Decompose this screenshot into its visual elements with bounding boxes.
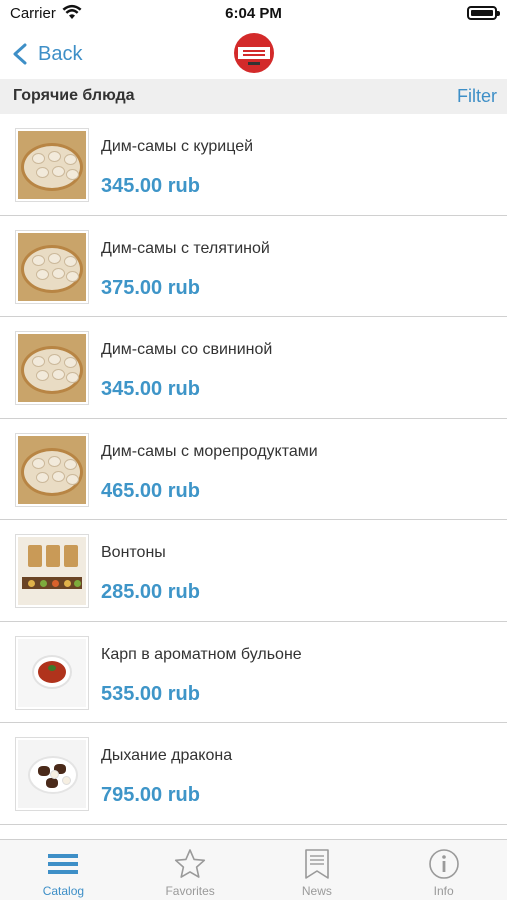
back-label: Back	[38, 42, 83, 65]
dish-name: Дим-самы с морепродуктами	[101, 442, 318, 460]
restaurant-logo-icon	[234, 33, 274, 73]
list-item[interactable]	[0, 824, 507, 839]
dish-price: 375.00 rub	[101, 276, 200, 299]
dish-thumbnail	[15, 635, 89, 710]
dish-thumbnail	[15, 128, 89, 202]
dish-price: 535.00 rub	[101, 682, 200, 705]
dish-thumbnail	[15, 331, 89, 405]
battery-icon	[467, 6, 500, 20]
filter-button[interactable]: Filter	[457, 86, 497, 107]
info-icon	[428, 849, 459, 879]
dish-thumbnail	[15, 737, 89, 811]
star-icon	[175, 849, 206, 878]
chevron-left-icon	[13, 43, 27, 65]
list-item[interactable]: Дим-самы со свининой 345.00 rub	[0, 317, 507, 419]
dish-price: 465.00 rub	[101, 479, 200, 502]
dish-name: Вонтоны	[101, 544, 166, 561]
tab-label: Favorites	[165, 884, 215, 898]
tab-news[interactable]: News	[254, 840, 381, 900]
clock: 6:04 PM	[225, 5, 282, 22]
dish-price: 345.00 rub	[101, 175, 200, 197]
list-item[interactable]: Дим-самы с курицей 345.00 rub	[0, 114, 507, 216]
dish-price: 795.00 rub	[101, 784, 200, 806]
list-item[interactable]: Дим-самы с морепродуктами 465.00 rub	[0, 418, 507, 520]
dish-thumbnail	[15, 432, 89, 507]
dish-name: Дим-самы со свининой	[101, 341, 273, 358]
dish-price: 345.00 rub	[101, 378, 200, 400]
list-item[interactable]: Вонтоны 285.00 rub	[0, 520, 507, 622]
dish-name: Дыхание дракона	[101, 747, 233, 764]
list-item[interactable]: Карп в ароматном бульоне 535.00 rub	[0, 621, 507, 723]
section-title: Горячие блюда	[13, 87, 135, 104]
tab-favorites[interactable]: Favorites	[127, 840, 254, 900]
tab-label: Catalog	[42, 884, 85, 898]
tab-info[interactable]: Info	[380, 840, 507, 900]
list-item[interactable]: Дыхание дракона 795.00 rub	[0, 723, 507, 825]
menu-list[interactable]: Дим-самы с курицей 345.00 rub Дим-самы с…	[0, 114, 507, 839]
section-header: Горячие блюда Filter	[0, 79, 507, 114]
status-bar: Carrier 6:04 PM	[0, 0, 507, 30]
dish-name: Дим-самы с телятиной	[101, 239, 270, 257]
dish-name: Карп в ароматном бульоне	[101, 645, 302, 663]
dish-thumbnail	[15, 534, 89, 608]
dish-name: Дим-самы с курицей	[101, 138, 254, 155]
dish-thumbnail	[15, 229, 89, 304]
navigation-bar: Back	[0, 30, 507, 78]
tab-label: Info	[433, 884, 454, 898]
tab-bar: Catalog Favorites News Info	[0, 839, 507, 900]
dish-price: 285.00 rub	[101, 581, 200, 603]
back-button[interactable]: Back	[12, 38, 82, 70]
list-item[interactable]: Дим-самы с телятиной 375.00 rub	[0, 215, 507, 317]
bookmark-icon	[305, 849, 329, 879]
tab-catalog[interactable]: Catalog	[0, 840, 127, 900]
catalog-icon	[48, 854, 79, 874]
tab-label: News	[301, 884, 332, 898]
